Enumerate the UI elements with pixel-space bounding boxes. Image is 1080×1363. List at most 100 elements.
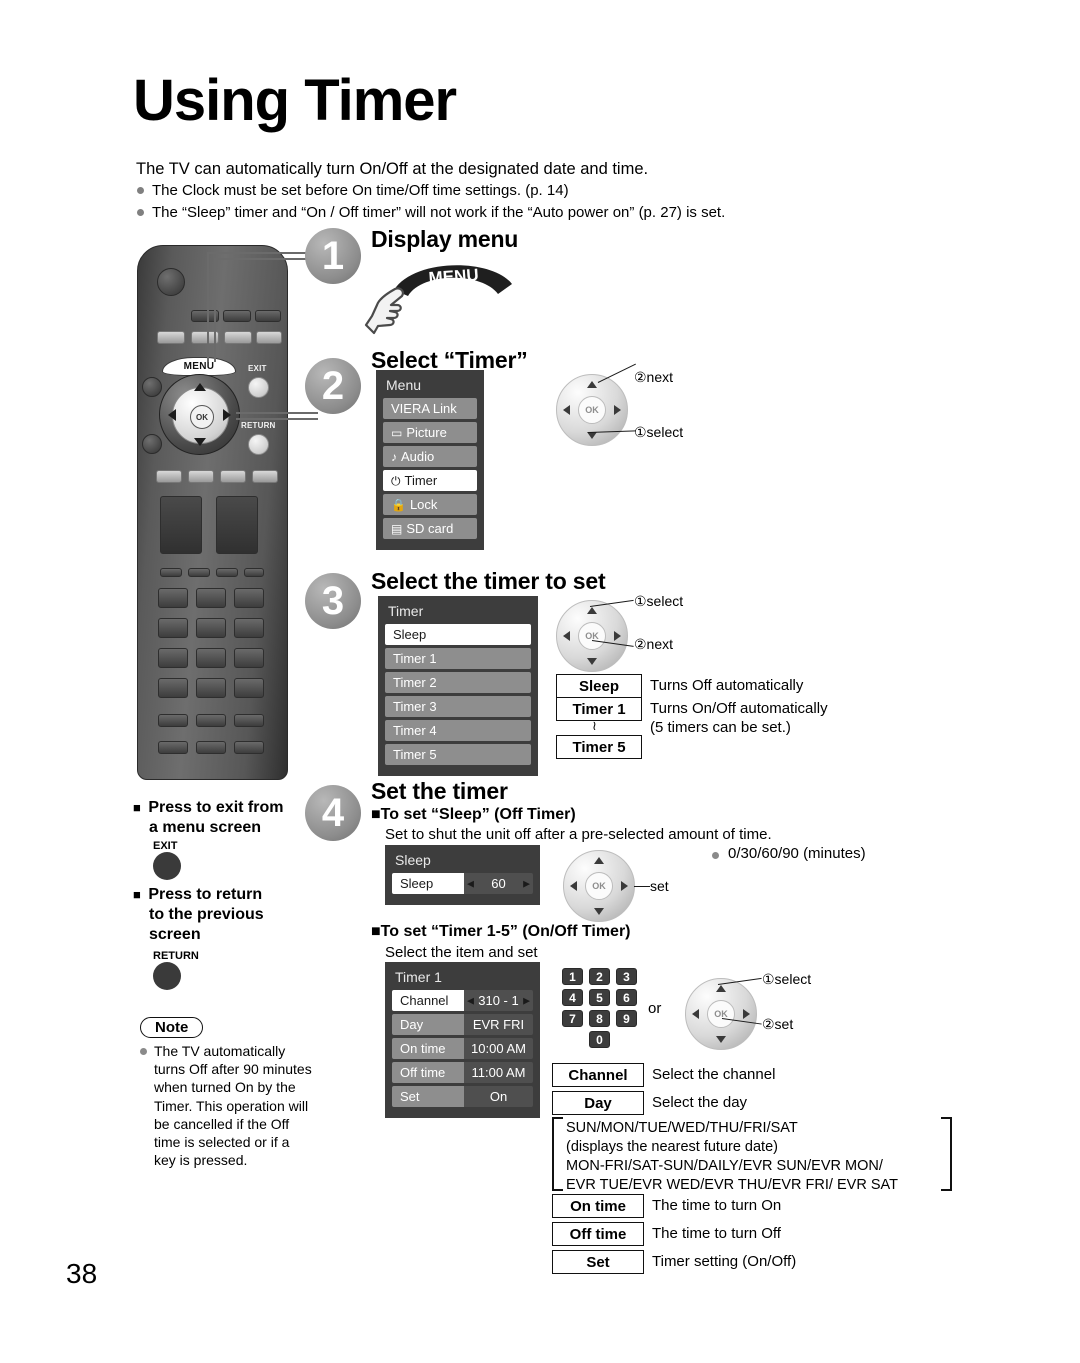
timer-osd-title: Timer: [388, 603, 424, 619]
sleep-row-value-cell: ◀ 60 ▶: [464, 873, 533, 894]
timer1-row-value-cell: ◀ 310 - 1 ▶: [464, 990, 533, 1011]
timer-item-timer-1[interactable]: Timer 1: [385, 648, 531, 669]
remote-key-10: [158, 678, 188, 698]
timer1-osd-title: Timer 1: [395, 969, 442, 985]
sleep-heading-marker: ■: [371, 806, 381, 823]
sleep-row-label: Sleep: [392, 873, 464, 894]
day-options-bracket-right: [941, 1117, 952, 1191]
sleep-osd-row[interactable]: Sleep ◀ 60 ▶: [392, 873, 533, 894]
timer-item-sleep[interactable]: Sleep: [385, 624, 531, 645]
menu-banner: MENU: [392, 254, 512, 296]
return-button-icon: [153, 962, 181, 990]
numeric-key-4[interactable]: 4: [562, 989, 583, 1006]
page-title: Using Timer: [133, 68, 457, 133]
menu-item-viera-link[interactable]: VIERA Link: [383, 398, 477, 419]
return-instruction-heading: Press to return to the previous screen: [133, 885, 318, 945]
navpad-timer1-ok: OK: [707, 1000, 735, 1028]
remote-key-11: [196, 678, 226, 698]
menu-item-icon: 🔒: [391, 497, 406, 512]
timer1-row-label: Set: [392, 1086, 464, 1107]
manual-page: Using Timer The TV can automatically tur…: [0, 0, 1080, 1363]
dpad-up-icon: [194, 383, 206, 391]
numeric-keypad: 123 456 7890: [562, 968, 640, 1048]
menu-item-sd-card[interactable]: ▤ SD card: [383, 518, 477, 539]
timer1-row-off-time[interactable]: Off time 11:00 AM: [392, 1062, 533, 1083]
remote-key-1: [158, 588, 188, 608]
timer1-row-day[interactable]: Day EVR FRI: [392, 1014, 533, 1035]
menu-item-label: Lock: [409, 497, 438, 512]
remote-mid-button-4: [252, 470, 278, 483]
timer-item-timer-5[interactable]: Timer 5: [385, 744, 531, 765]
numeric-key-5[interactable]: 5: [589, 989, 610, 1006]
timer-item-timer-3[interactable]: Timer 3: [385, 696, 531, 717]
remote-top-button-3: [255, 310, 281, 322]
numeric-key-6[interactable]: 6: [616, 989, 637, 1006]
remote-side-button-1: [142, 377, 162, 397]
timer-osd-panel: Timer Sleep Timer 1 Timer 2 Timer 3 Timer 4 T…: [378, 596, 538, 776]
numeric-key-0[interactable]: 0: [589, 1031, 610, 1048]
sleep-right-arrow-icon: ▶: [523, 878, 530, 888]
menu-osd-panel: Menu VIERA Link ▭ Picture ♪ Audio ⏻ Timer 🔒 Lock…: [376, 370, 484, 550]
navpad-timer1-select-label: ①select: [762, 971, 812, 987]
day-options-bracket-left: [552, 1117, 563, 1191]
navpad-step2-up-icon: [587, 381, 597, 388]
numeric-key-2[interactable]: 2: [589, 968, 610, 985]
menu-item-icon: ▭: [391, 425, 403, 440]
exit-instruction-heading: Press to exit from a menu screen: [133, 798, 313, 838]
remote-ok-button: OK: [190, 405, 214, 429]
dpad-right-icon: [223, 409, 231, 421]
day-option-line-3: MON-FRI/SAT-SUN/DAILY/EVR SUN/EVR MON/: [566, 1157, 883, 1174]
step-3-badge: 3: [305, 573, 361, 629]
menu-item-lock[interactable]: 🔒 Lock: [383, 494, 477, 515]
sleep-row-value: 60: [491, 876, 506, 891]
remote-large-button-right: [216, 496, 258, 554]
field-desc-ontime: The time to turn On: [652, 1197, 782, 1214]
timer-item-timer-4[interactable]: Timer 4: [385, 720, 531, 741]
numeric-key-7[interactable]: 7: [562, 1010, 583, 1027]
step-4-heading: Set the timer: [371, 778, 508, 804]
numeric-key-1[interactable]: 1: [562, 968, 583, 985]
sleep-options-note: 0/30/60/90 (minutes): [712, 845, 866, 862]
note-pill: Note: [140, 1017, 204, 1038]
remote-menu-label: MENU: [183, 361, 215, 372]
navpad-step2: OK: [556, 374, 628, 446]
legend-tilde: ≀: [592, 718, 597, 733]
remote-key-5: [196, 618, 226, 638]
remote-key-4: [158, 618, 188, 638]
navpad-step2-select-label: ①select: [634, 424, 684, 440]
timer1-row-on-time[interactable]: On time 10:00 AM: [392, 1038, 533, 1059]
timer-item-timer-2[interactable]: Timer 2: [385, 672, 531, 693]
navpad-step3-up-icon: [587, 607, 597, 614]
timer1-right-arrow-icon: ▶: [523, 995, 530, 1005]
sleep-section-heading: ■To set “Sleep” (Off Timer): [371, 806, 576, 824]
menu-item-picture[interactable]: ▭ Picture: [383, 422, 477, 443]
timer1-row-label: On time: [392, 1038, 464, 1059]
day-option-line-4: EVR TUE/EVR WED/EVR THU/EVR FRI/ EVR SAT: [566, 1176, 898, 1193]
navpad-timer1-down-icon: [716, 1036, 726, 1043]
note-text: The TV automatically turns Off after 90 …: [140, 1042, 315, 1169]
numeric-key-9[interactable]: 9: [616, 1010, 637, 1027]
timer15-heading-text: To set “Timer 1-5” (On/Off Timer): [380, 923, 631, 940]
navpad-step3: OK: [556, 600, 628, 672]
legend-key-timer1: Timer 1: [556, 697, 642, 721]
leader-menu-vertical-a: [207, 252, 209, 362]
step-4-badge: 4: [305, 785, 361, 841]
numeric-key-3[interactable]: 3: [616, 968, 637, 985]
menu-item-timer[interactable]: ⏻ Timer: [383, 470, 477, 491]
timer1-row-channel[interactable]: Channel ◀ 310 - 1 ▶: [392, 990, 533, 1011]
step-1-heading: Display menu: [371, 226, 519, 252]
remote-bottom-button-1: [158, 714, 188, 727]
leader-menu-horizontal-a: [207, 252, 317, 254]
sleep-section-desc: Set to shut the unit off after a pre-sel…: [385, 826, 772, 843]
menu-item-label: SD card: [406, 521, 454, 536]
menu-item-icon: ⏻: [391, 473, 401, 488]
navpad-step3-next-label: ②next: [634, 636, 674, 652]
timer1-row-set[interactable]: Set On: [392, 1086, 533, 1107]
menu-item-audio[interactable]: ♪ Audio: [383, 446, 477, 467]
remote-bottom-button-3: [234, 714, 264, 727]
numeric-key-8[interactable]: 8: [589, 1010, 610, 1027]
navpad-sleep-ok: OK: [585, 872, 613, 900]
timer1-left-arrow-icon: ◀: [467, 995, 474, 1005]
remote-key-8: [196, 648, 226, 668]
timer15-heading-marker: ■: [371, 923, 381, 940]
